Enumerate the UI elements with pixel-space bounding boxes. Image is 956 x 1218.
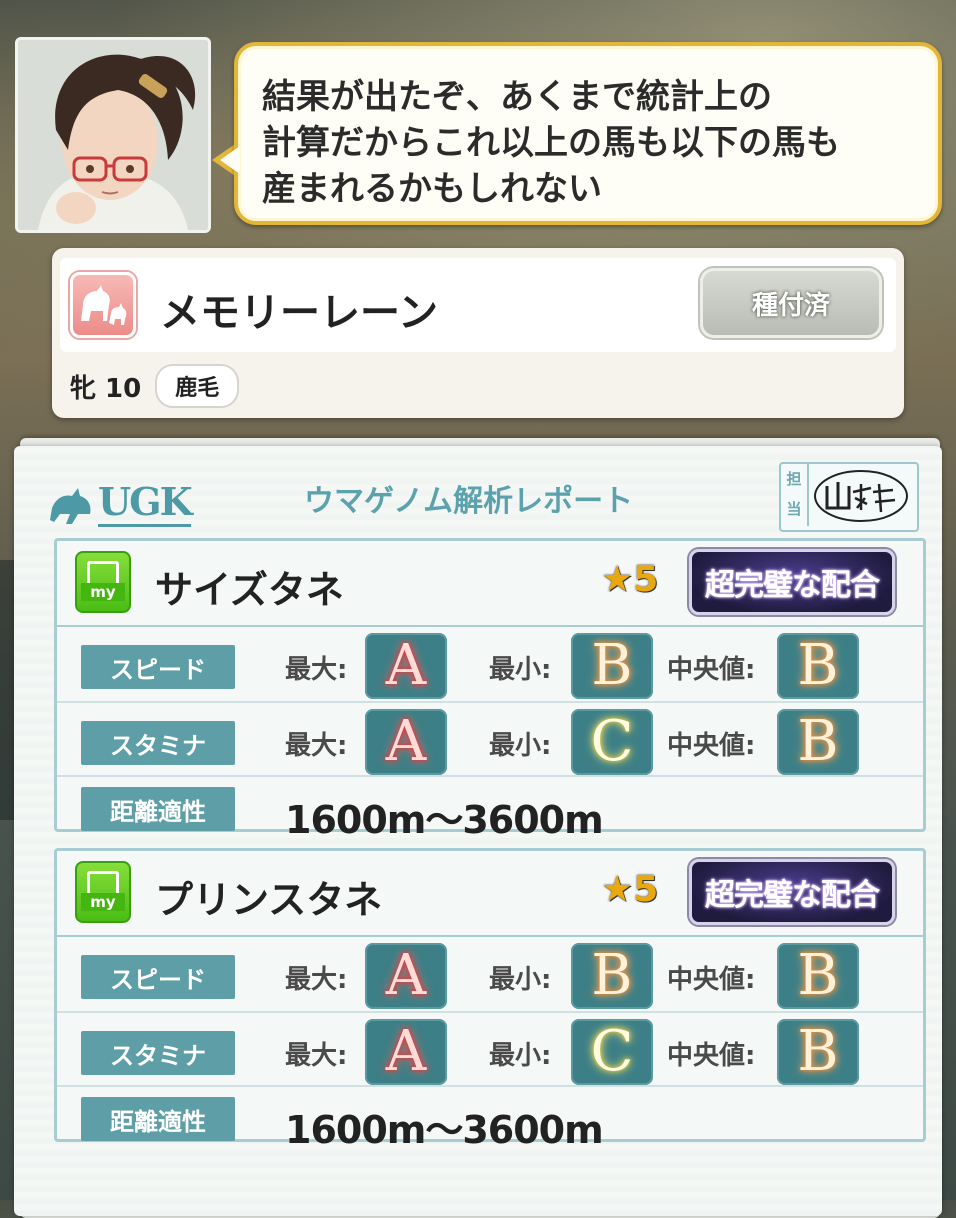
my-icon-label: my bbox=[81, 583, 125, 601]
min-grade: B bbox=[571, 943, 653, 1009]
speed-row: スピード 最大: A 最小: B 中央値: B bbox=[57, 937, 923, 1011]
speech-bubble: 結果が出たぞ、あくまで統計上の 計算だからこれ以上の馬も以下の馬も 産まれるかも… bbox=[212, 42, 942, 225]
star-rating: ★5 bbox=[601, 559, 658, 600]
horse-coat-chip: 鹿毛 bbox=[155, 364, 240, 408]
stat-label: 距離適性 bbox=[81, 1097, 235, 1141]
offspring-panel: my プリンスタネ ★5 超完璧な配合 スピード 最大: A 最小: B 中央値… bbox=[54, 848, 926, 1152]
report-title: ウマゲノム解析レポート bbox=[304, 484, 634, 519]
median-grade: B bbox=[777, 943, 859, 1009]
distance-row: 距離適性 1600m〜3600m bbox=[57, 1085, 923, 1152]
horse-icon bbox=[70, 272, 136, 338]
stat-label: 距離適性 bbox=[81, 787, 235, 831]
horse-info: 牝 10 鹿毛 bbox=[70, 364, 240, 408]
staff-stamp-box: 担当 bbox=[779, 462, 919, 532]
my-icon: my bbox=[75, 861, 131, 923]
star-count: 5 bbox=[633, 559, 659, 600]
stamina-row: スタミナ 最大: A 最小: C 中央値: B bbox=[57, 1011, 923, 1087]
dialogue-line: 結果が出たぞ、あくまで統計上の bbox=[262, 77, 772, 117]
match-quality-badge: 超完璧な配合 bbox=[689, 859, 895, 925]
median-grade: B bbox=[777, 1019, 859, 1085]
my-icon-label: my bbox=[81, 893, 125, 911]
star-count: 5 bbox=[633, 869, 659, 910]
dialogue-line: 産まれるかもしれない bbox=[262, 169, 602, 209]
max-label: 最大: bbox=[285, 965, 348, 995]
median-label: 中央値: bbox=[667, 731, 756, 761]
mare-foal-icon bbox=[81, 285, 127, 325]
horse-card: メモリーレーン 種付済 牝 10 鹿毛 bbox=[52, 248, 904, 418]
max-grade: A bbox=[365, 709, 447, 775]
max-label: 最大: bbox=[285, 655, 348, 685]
stat-label: スタミナ bbox=[81, 721, 235, 765]
distance-value: 1600m〜3600m bbox=[285, 1108, 604, 1152]
breeding-status-button[interactable]: 種付済 bbox=[700, 268, 882, 338]
min-grade: C bbox=[571, 1019, 653, 1085]
max-label: 最大: bbox=[285, 1041, 348, 1071]
character-face-icon bbox=[18, 40, 208, 230]
bubble-tail-inner bbox=[220, 146, 240, 174]
stat-label: スピード bbox=[81, 645, 235, 689]
min-label: 最小: bbox=[489, 655, 552, 685]
star-icon: ★ bbox=[601, 869, 634, 910]
median-grade: B bbox=[777, 709, 859, 775]
distance-row: 距離適性 1600m〜3600m bbox=[57, 775, 923, 842]
stat-label: スタミナ bbox=[81, 1031, 235, 1075]
min-label: 最小: bbox=[489, 1041, 552, 1071]
min-label: 最小: bbox=[489, 965, 552, 995]
staff-label: 担当 bbox=[781, 464, 809, 526]
panel-header: my プリンスタネ ★5 超完璧な配合 bbox=[57, 851, 923, 937]
star-rating: ★5 bbox=[601, 869, 658, 910]
min-grade: B bbox=[571, 633, 653, 699]
horse-logo-icon bbox=[50, 488, 91, 524]
max-grade: A bbox=[365, 633, 447, 699]
ugk-logo-text: UGK bbox=[98, 480, 193, 527]
horse-name: メモリーレーン bbox=[160, 290, 438, 336]
match-quality-badge: 超完璧な配合 bbox=[689, 549, 895, 615]
stat-label: スピード bbox=[81, 955, 235, 999]
my-icon: my bbox=[75, 551, 131, 613]
character-portrait bbox=[15, 37, 211, 233]
median-label: 中央値: bbox=[667, 655, 756, 685]
stamina-row: スタミナ 最大: A 最小: C 中央値: B bbox=[57, 701, 923, 777]
distance-value: 1600m〜3600m bbox=[285, 798, 604, 842]
median-label: 中央値: bbox=[667, 1041, 756, 1071]
min-label: 最小: bbox=[489, 731, 552, 761]
staff-signature-icon bbox=[814, 470, 908, 522]
dialogue-text: 結果が出たぞ、あくまで統計上の 計算だからこれ以上の馬も以下の馬も 産まれるかも… bbox=[262, 74, 918, 212]
median-grade: B bbox=[777, 633, 859, 699]
genome-report: UGK ウマゲノム解析レポート 担当 my サイズタネ ★5 超完璧な配合 スピ… bbox=[14, 446, 942, 1216]
speech-bubble-box: 結果が出たぞ、あくまで統計上の 計算だからこれ以上の馬も以下の馬も 産まれるかも… bbox=[234, 42, 942, 225]
min-grade: C bbox=[571, 709, 653, 775]
offspring-panel: my サイズタネ ★5 超完璧な配合 スピード 最大: A 最小: B 中央値:… bbox=[54, 538, 926, 842]
stallion-name: サイズタネ bbox=[155, 568, 344, 612]
max-grade: A bbox=[365, 1019, 447, 1085]
dialogue-line: 計算だからこれ以上の馬も以下の馬も bbox=[262, 123, 840, 163]
horse-card-header: メモリーレーン 種付済 bbox=[60, 258, 896, 352]
max-label: 最大: bbox=[285, 731, 348, 761]
median-label: 中央値: bbox=[667, 965, 756, 995]
star-icon: ★ bbox=[601, 559, 634, 600]
ugk-logo: UGK bbox=[48, 476, 198, 530]
horse-sex-age: 牝 10 bbox=[70, 373, 142, 404]
panel-header: my サイズタネ ★5 超完璧な配合 bbox=[57, 541, 923, 627]
stallion-name: プリンスタネ bbox=[155, 878, 383, 922]
max-grade: A bbox=[365, 943, 447, 1009]
speed-row: スピード 最大: A 最小: B 中央値: B bbox=[57, 627, 923, 701]
